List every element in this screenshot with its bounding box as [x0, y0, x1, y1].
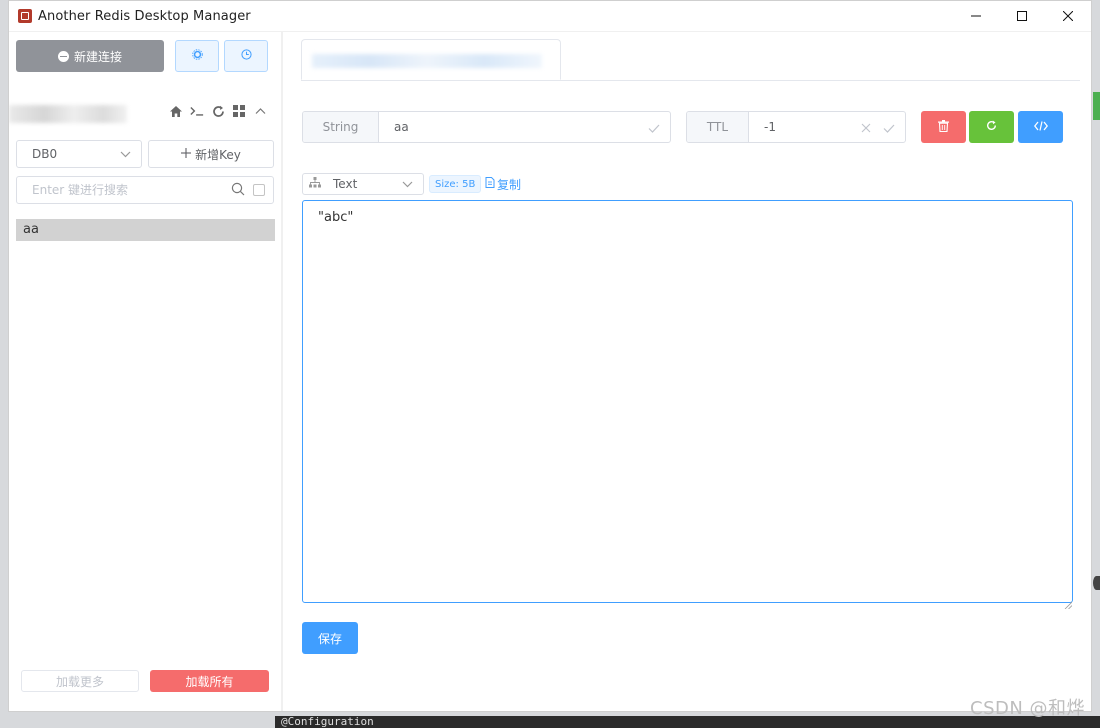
- window-title: Another Redis Desktop Manager: [38, 8, 251, 24]
- connection-name-redacted: [9, 105, 127, 123]
- app-window: Another Redis Desktop Manager 新建连接 DB0 新…: [8, 0, 1092, 712]
- load-all-button[interactable]: 加载所有: [150, 670, 269, 692]
- clock-icon: [240, 49, 252, 63]
- chevron-up-icon[interactable]: [253, 104, 267, 118]
- ttl-label: TTL: [687, 112, 749, 142]
- save-button[interactable]: 保存: [302, 622, 358, 654]
- tab-bar: [301, 39, 1080, 81]
- minus-circle-icon: [57, 50, 69, 62]
- new-connection-button[interactable]: 新建连接: [16, 40, 164, 72]
- ttl-actions: [861, 118, 895, 137]
- key-name-value[interactable]: aa: [379, 120, 409, 134]
- key-list-item[interactable]: aa: [16, 219, 275, 241]
- db-select-value: DB0: [32, 147, 58, 161]
- key-search-input[interactable]: [17, 182, 229, 198]
- copy-value-button[interactable]: 复制: [485, 175, 521, 193]
- search-icon[interactable]: [231, 181, 245, 200]
- chevron-down-icon: [120, 147, 131, 161]
- sitemap-icon: [309, 177, 321, 191]
- minimize-button[interactable]: [953, 1, 999, 32]
- new-connection-label: 新建连接: [73, 49, 122, 64]
- refresh-icon[interactable]: [211, 104, 225, 118]
- watermark: CSDN @和烨: [970, 698, 1086, 719]
- key-type-label: String: [303, 112, 379, 142]
- window-controls: [953, 1, 1091, 32]
- code-icon: [1033, 120, 1048, 134]
- key-name-actions: [648, 118, 660, 137]
- view-format-select[interactable]: Text: [302, 173, 424, 195]
- trash-icon: [938, 119, 949, 135]
- home-icon[interactable]: [169, 104, 183, 118]
- key-search: [16, 176, 274, 204]
- copy-label: 复制: [497, 177, 522, 192]
- document-icon: [485, 177, 495, 191]
- close-button[interactable]: [1045, 1, 1091, 32]
- add-key-button[interactable]: 新增Key: [148, 140, 274, 168]
- size-tag: Size: 5B: [429, 175, 482, 193]
- connection-sidebar: 新建连接 DB0 新增Key Enter 键进行搜索 aa 加载更多 加载所有: [9, 32, 281, 711]
- key-detail-panel: String aa TTL -1 Text Size: 5B 复制 "abc" …: [283, 32, 1091, 711]
- settings-button[interactable]: [175, 40, 219, 72]
- background-window-edge: [1093, 576, 1100, 590]
- clear-icon[interactable]: [861, 118, 871, 137]
- dump-command-button[interactable]: [1018, 111, 1063, 143]
- exact-search-checkbox[interactable]: [253, 184, 265, 196]
- delete-key-button[interactable]: [921, 111, 966, 143]
- resize-handle-icon[interactable]: [1064, 594, 1073, 610]
- tab-label-redacted: [312, 54, 542, 68]
- check-icon[interactable]: [648, 118, 660, 137]
- refresh-key-button[interactable]: [969, 111, 1014, 143]
- grid-icon[interactable]: [232, 104, 246, 118]
- refresh-icon: [986, 120, 997, 134]
- load-more-button[interactable]: 加载更多: [21, 670, 139, 692]
- tab-active-key[interactable]: [301, 39, 561, 80]
- add-key-label: 新增Key: [195, 147, 241, 162]
- key-name-field: String aa: [302, 111, 671, 143]
- gear-icon: [191, 49, 203, 63]
- value-editor[interactable]: "abc": [302, 200, 1073, 603]
- connection-toolbar: [169, 104, 267, 118]
- chevron-down-icon: [402, 177, 413, 191]
- check-icon[interactable]: [883, 118, 895, 137]
- ttl-field: TTL -1: [686, 111, 906, 143]
- app-logo-icon: [18, 9, 32, 23]
- background-window-edge: [1093, 92, 1100, 120]
- plus-icon: [181, 147, 192, 161]
- view-format-value: Text: [333, 177, 358, 191]
- db-select[interactable]: DB0: [16, 140, 142, 168]
- title-bar: Another Redis Desktop Manager: [9, 1, 1091, 32]
- terminal-icon[interactable]: [190, 104, 204, 118]
- maximize-button[interactable]: [999, 1, 1045, 32]
- ttl-value[interactable]: -1: [749, 120, 776, 134]
- command-log-button[interactable]: [224, 40, 268, 72]
